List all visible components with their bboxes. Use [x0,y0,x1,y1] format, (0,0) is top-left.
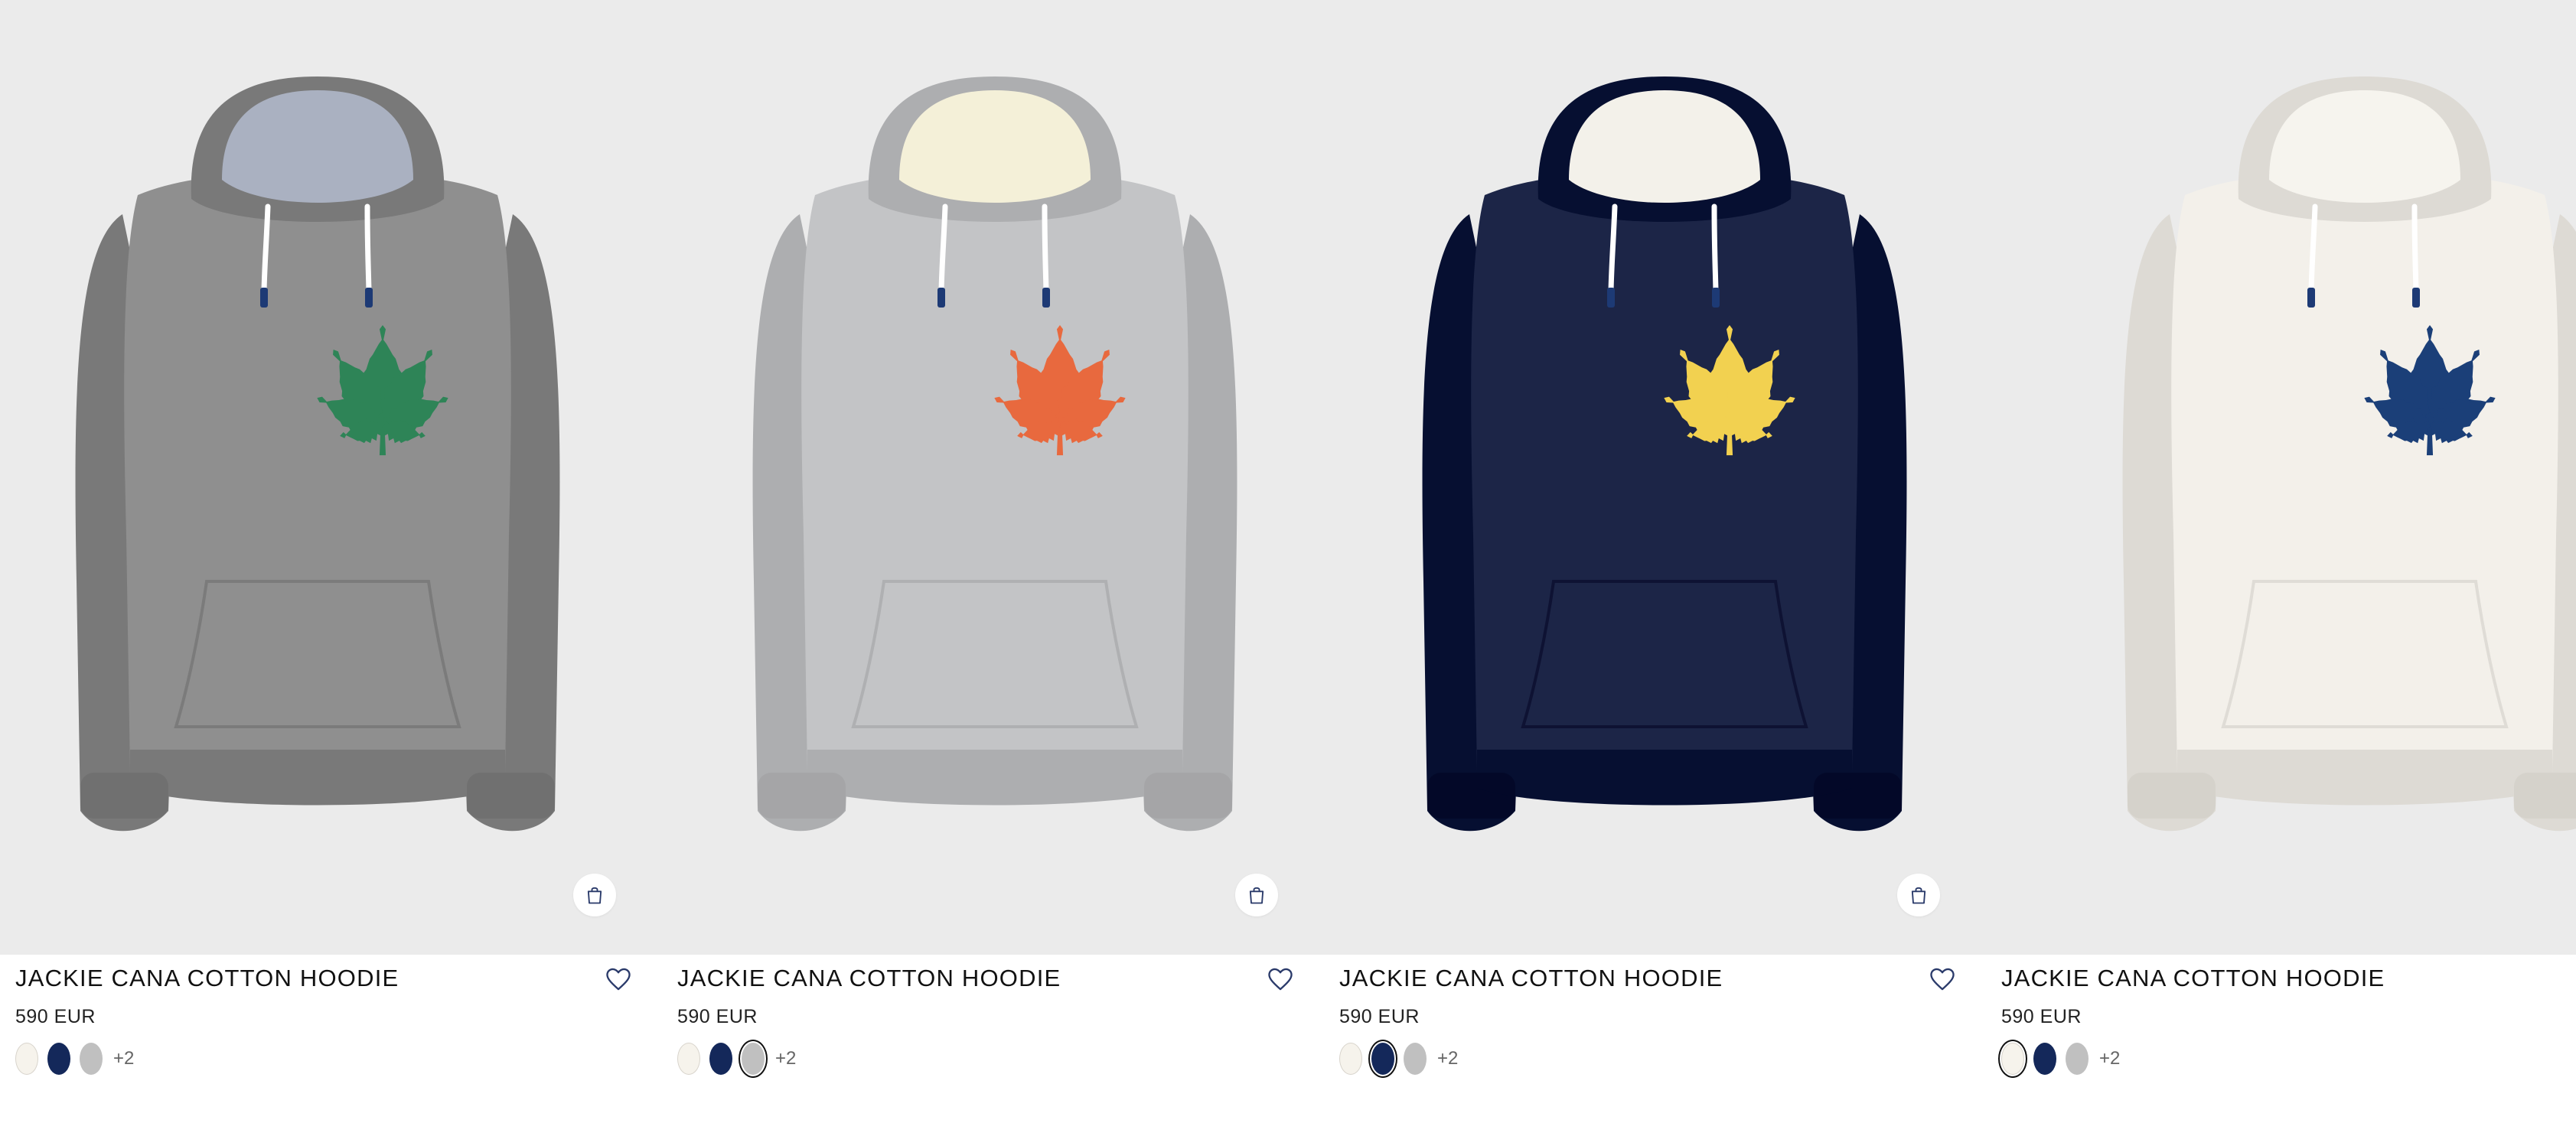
shopping-bag-icon [587,887,602,904]
color-swatch[interactable] [47,1043,70,1075]
color-swatch[interactable] [1339,1043,1362,1075]
color-swatch[interactable] [709,1043,732,1075]
add-to-wishlist-button[interactable] [602,962,635,996]
product-price: 590 EUR [15,1006,96,1027]
product-title[interactable]: JACKIE CANA COTTON HOODIE [2001,965,2385,992]
product-image[interactable] [662,0,1324,955]
product-info: JACKIE CANA COTTON HOODIE 590 EUR +2 [1339,955,1986,1123]
color-swatch[interactable] [1368,1040,1397,1078]
color-swatches: +2 [1339,1040,1458,1078]
product-info: JACKIE CANA COTTON HOODIE 590 EUR +2 [1998,955,2576,1123]
hoodie-illustration [2122,76,2576,832]
product-info: JACKIE CANA COTTON HOODIE 590 EUR +2 [15,955,662,1123]
more-colors-count[interactable]: +2 [113,1048,134,1069]
hoodie-illustration [75,76,560,832]
color-swatches: +2 [15,1043,134,1075]
color-swatch[interactable] [1404,1043,1427,1075]
product-card[interactable]: JACKIE CANA COTTON HOODIE 590 EUR +2 [662,0,1324,1123]
product-image[interactable] [0,0,662,955]
add-to-wishlist-button[interactable] [1264,962,1297,996]
color-swatch[interactable] [677,1043,700,1075]
hoodie-illustration [752,76,1237,832]
add-to-bag-button[interactable] [1897,874,1940,916]
more-colors-count[interactable]: +2 [1437,1048,1458,1069]
hoodie-illustration [1422,76,1907,832]
shopping-bag-icon [1911,887,1926,904]
heart-icon [606,968,631,991]
product-title[interactable]: JACKIE CANA COTTON HOODIE [15,965,399,992]
product-price: 590 EUR [677,1006,758,1027]
product-grid: JACKIE CANA COTTON HOODIE 590 EUR +2 JAC… [0,0,2576,1123]
product-title[interactable]: JACKIE CANA COTTON HOODIE [677,965,1061,992]
add-to-wishlist-button[interactable] [1925,962,1959,996]
product-card[interactable]: JACKIE CANA COTTON HOODIE 590 EUR +2 [0,0,662,1123]
color-swatch[interactable] [739,1040,768,1078]
color-swatch[interactable] [1998,1040,2027,1078]
color-swatch[interactable] [2033,1043,2056,1075]
product-title[interactable]: JACKIE CANA COTTON HOODIE [1339,965,1723,992]
product-image[interactable] [1986,0,2576,955]
color-swatch[interactable] [80,1043,103,1075]
color-swatch[interactable] [2066,1043,2089,1075]
add-to-bag-button[interactable] [1235,874,1278,916]
heart-icon [1930,968,1955,991]
product-image[interactable] [1324,0,1986,955]
color-swatch[interactable] [15,1043,38,1075]
product-card[interactable]: JACKIE CANA COTTON HOODIE 590 EUR +2 [1986,0,2576,1123]
add-to-bag-button[interactable] [573,874,616,916]
color-swatches: +2 [677,1040,796,1078]
heart-icon [1268,968,1293,991]
product-card[interactable]: JACKIE CANA COTTON HOODIE 590 EUR +2 [1324,0,1986,1123]
product-price: 590 EUR [1339,1006,1420,1027]
more-colors-count[interactable]: +2 [2099,1048,2120,1069]
shopping-bag-icon [1249,887,1264,904]
product-price: 590 EUR [2001,1006,2082,1027]
more-colors-count[interactable]: +2 [775,1048,796,1069]
product-info: JACKIE CANA COTTON HOODIE 590 EUR +2 [677,955,1324,1123]
color-swatches: +2 [1998,1040,2120,1078]
